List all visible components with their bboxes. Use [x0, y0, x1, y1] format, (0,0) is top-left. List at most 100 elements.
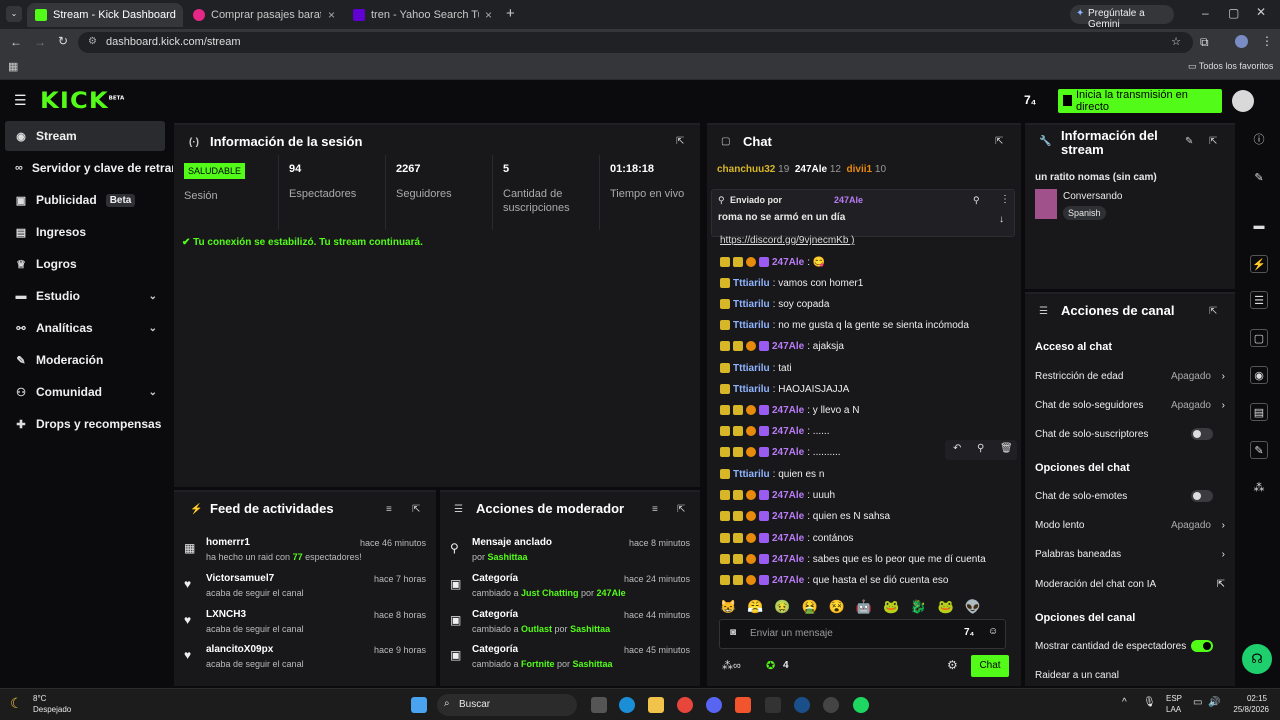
chevron-up-icon[interactable]: ^ — [1122, 697, 1127, 708]
link-icon[interactable]: ⁂∞ — [722, 659, 741, 672]
chat-username[interactable]: 247Ale — [772, 511, 804, 522]
sidebar-item-achievements[interactable]: ♕ Logros — [5, 249, 165, 279]
emoji-icon[interactable]: ☺ — [988, 626, 998, 637]
profile-avatar[interactable] — [1235, 35, 1248, 48]
spotify-icon[interactable] — [853, 697, 869, 713]
reload-icon[interactable]: ↻ — [58, 34, 68, 48]
chat-message[interactable]: Tttiarilu: HAOJAISJAJJA — [720, 382, 849, 396]
chat-username[interactable]: 247Ale — [772, 405, 804, 416]
chat-message[interactable]: 247Ale: ...... — [720, 424, 829, 438]
edit-icon[interactable]: ✎ — [1250, 169, 1268, 187]
emotes-only-toggle[interactable] — [1191, 490, 1213, 502]
chat-message[interactable]: Tttiarilu: quien es n — [720, 467, 824, 481]
back-icon[interactable]: ← — [10, 35, 22, 49]
emote-bar[interactable]: 😸😤🤢🤮😵🤖🐸🐉🐸👽 — [720, 599, 992, 615]
user-avatar[interactable] — [1232, 90, 1254, 112]
popout-icon[interactable]: ⇱ — [676, 136, 684, 147]
sidebar-item-moderation[interactable]: ✎ Moderación — [5, 345, 165, 375]
info-icon[interactable]: ⓘ — [1250, 131, 1268, 149]
chat-message[interactable]: 247Ale: 😋 — [720, 255, 825, 269]
ai-moderation-row[interactable]: Moderación del chat con IA ⇱ — [1035, 574, 1225, 594]
site-info-icon[interactable]: ⚙ — [88, 36, 97, 47]
volume-icon[interactable]: 🔊 — [1208, 697, 1220, 708]
epic-icon[interactable] — [765, 697, 781, 713]
taskbar-search[interactable]: ⌕ Buscar — [437, 694, 577, 716]
start-icon[interactable] — [411, 697, 427, 713]
popout-icon[interactable]: ⇱ — [1209, 136, 1217, 147]
subs-only-toggle[interactable] — [1191, 428, 1213, 440]
extensions-icon[interactable]: ⧉ — [1200, 35, 1209, 50]
forward-icon[interactable]: → — [34, 35, 46, 49]
brave-icon[interactable] — [735, 697, 751, 713]
more-options-icon[interactable]: ⋮ — [1000, 194, 1010, 205]
tab-pasajes[interactable]: Comprar pasajes baratos Loma × — [185, 3, 343, 27]
chat-username[interactable]: Tttiarilu — [733, 384, 770, 395]
sidebar-item-stream[interactable]: ◉ Stream — [5, 121, 165, 151]
maximize-icon[interactable]: ▢ — [1228, 6, 1239, 20]
chrome-icon[interactable] — [677, 697, 693, 713]
bolt-icon[interactable]: ⚡ — [1250, 255, 1268, 273]
chat-message[interactable]: 247Ale: sabes que es lo peor que me dí c… — [720, 552, 986, 566]
close-tab-icon[interactable]: × — [328, 8, 335, 22]
chat-message[interactable]: Tttiarilu: soy copada — [720, 297, 829, 311]
chat-username[interactable]: 247Ale — [772, 490, 804, 501]
network-icon[interactable]: ▭ — [1193, 697, 1202, 708]
chat-username[interactable]: 247Ale — [772, 575, 804, 586]
kick-bot-icon[interactable]: 7₄ — [1024, 93, 1036, 107]
bookmark-star-icon[interactable]: ☆ — [1171, 35, 1181, 48]
popout-icon[interactable]: ⇱ — [677, 504, 685, 515]
chat-message[interactable]: 247Ale: quien es N sahsa — [720, 509, 890, 523]
obs-icon[interactable] — [823, 697, 839, 713]
sidebar-item-drops[interactable]: ✚ Drops y recompensas — [5, 409, 165, 439]
discord-icon[interactable] — [706, 697, 722, 713]
apps-icon[interactable]: ▦ — [8, 60, 18, 73]
card-icon[interactable]: ▬ — [1250, 217, 1268, 235]
sidebar-item-community[interactable]: ⚇ Comunidad ⌄ — [5, 377, 165, 407]
address-bar[interactable]: ⚙ dashboard.kick.com/stream ☆ — [78, 32, 1193, 53]
go-live-button[interactable]: Inicia la transmisión en directo — [1058, 89, 1222, 113]
chat-icon[interactable]: ▢ — [1250, 329, 1268, 347]
minimize-icon[interactable]: – — [1202, 6, 1209, 20]
close-window-icon[interactable]: ✕ — [1256, 5, 1266, 19]
task-view-icon[interactable] — [591, 697, 607, 713]
kick-logo[interactable]: KICKBETA — [40, 89, 124, 114]
popout-icon[interactable]: ⇱ — [995, 136, 1003, 147]
reply-icon[interactable]: ↶ — [953, 443, 961, 454]
kick-bot-icon[interactable]: 7₄ — [964, 627, 974, 638]
menu-icon[interactable]: ⋮ — [1261, 34, 1273, 48]
sidebar-item-ads[interactable]: ▣ Publicidad Beta — [5, 185, 165, 215]
close-tab-icon[interactable]: × — [485, 8, 492, 22]
chat-username[interactable]: Tttiarilu — [733, 299, 770, 310]
hamburger-menu-icon[interactable]: ☰ — [14, 92, 27, 109]
ad-icon[interactable]: ▤ — [1250, 403, 1268, 421]
close-tab-icon[interactable]: × — [182, 8, 183, 22]
list-icon[interactable]: ☰ — [1250, 291, 1268, 309]
chat-username[interactable]: Tttiarilu — [733, 363, 770, 374]
sidebar-item-studio[interactable]: ▬ Estudio ⌄ — [5, 281, 165, 311]
pin-icon[interactable]: ⚲ — [977, 443, 984, 454]
filter-icon[interactable]: ≡ — [652, 504, 658, 515]
popout-icon[interactable]: ⇱ — [1209, 306, 1217, 317]
banned-words-row[interactable]: Palabras baneadas › — [1035, 544, 1225, 564]
edit-icon[interactable]: ✎ — [1185, 136, 1193, 147]
raid-row[interactable]: Raidear a un canal — [1035, 665, 1225, 685]
gemini-button[interactable]: ✦ Pregúntale a Gemini — [1070, 5, 1174, 30]
support-chat-button[interactable]: ☊ — [1242, 644, 1272, 674]
chat-username[interactable]: 247Ale — [772, 447, 804, 458]
show-viewers-toggle[interactable] — [1191, 640, 1213, 652]
tab-search-icon[interactable]: ⌄ — [6, 6, 22, 22]
chat-message[interactable]: 247Ale: contános — [720, 531, 853, 545]
sidebar-item-income[interactable]: ▤ Ingresos — [5, 217, 165, 247]
edge-icon[interactable] — [619, 697, 635, 713]
sidebar-item-server-key[interactable]: ∞Servidor y clave de retransmisión — [5, 153, 173, 183]
steam-icon[interactable] — [794, 697, 810, 713]
chat-link-fragment[interactable]: https://discord.gg/9vjnecmKb ) — [720, 235, 855, 246]
age-restriction-row[interactable]: Restricción de edad Apagado › — [1035, 366, 1225, 386]
popout-icon[interactable]: ⇱ — [412, 504, 420, 515]
tab-yahoo[interactable]: tren - Yahoo Search Tus resulta × — [345, 3, 500, 27]
mic-icon[interactable]: 🎙 — [1143, 697, 1156, 708]
chat-username[interactable]: Tttiarilu — [733, 469, 770, 480]
chat-username[interactable]: 247Ale — [772, 554, 804, 565]
chat-username[interactable]: Tttiarilu — [733, 278, 770, 289]
explorer-icon[interactable] — [648, 697, 664, 713]
